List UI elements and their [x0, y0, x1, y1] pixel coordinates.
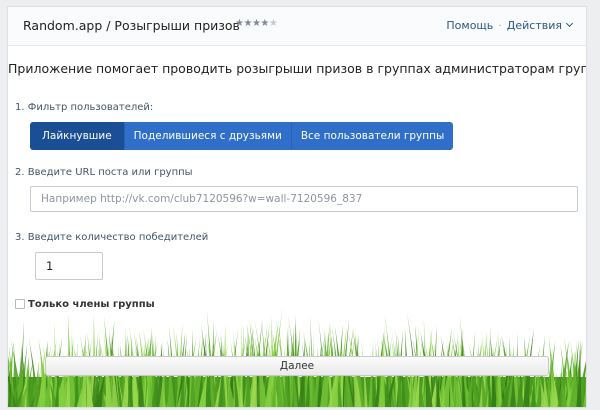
filter-label: 1. Фильтр пользователей: [15, 102, 154, 113]
user-filter-group: Лайкнувшие Поделившиеся с друзьями Все п… [30, 122, 454, 150]
actions-dropdown[interactable]: Действия [506, 19, 574, 32]
winners-count-label: 3. Введите количество победителей [15, 232, 209, 243]
filter-liked-button[interactable]: Лайкнувшие [30, 122, 125, 150]
star-icon: ★ [268, 18, 278, 29]
rating-stars: ★★★★★ [235, 18, 278, 29]
header-links: Помощь · Действия [446, 19, 574, 32]
grass-image [8, 306, 586, 407]
filter-shared-button[interactable]: Поделившиеся с друзьями [124, 122, 292, 150]
url-label: 2. Введите URL поста или группы [15, 167, 193, 178]
actions-link-label: Действия [506, 19, 562, 32]
next-button[interactable]: Далее [45, 356, 549, 376]
link-separator: · [498, 19, 502, 32]
url-input[interactable] [30, 186, 578, 212]
app-description: Приложение помогает проводить розыгрыши … [8, 61, 587, 76]
chevron-down-icon [565, 19, 574, 28]
app-title: Random.app / Розыгрыши призов [23, 18, 240, 33]
star-icon: ★ [260, 18, 269, 29]
app-header: Random.app / Розыгрыши призов ★★★★★ Помо… [8, 7, 586, 46]
filter-all-members-button[interactable]: Все пользователи группы [291, 122, 454, 150]
help-link[interactable]: Помощь [446, 19, 493, 32]
app-frame: Random.app / Розыгрыши призов ★★★★★ Помо… [7, 6, 587, 408]
winners-count-input[interactable] [35, 252, 103, 280]
star-icon: ★ [243, 18, 252, 29]
